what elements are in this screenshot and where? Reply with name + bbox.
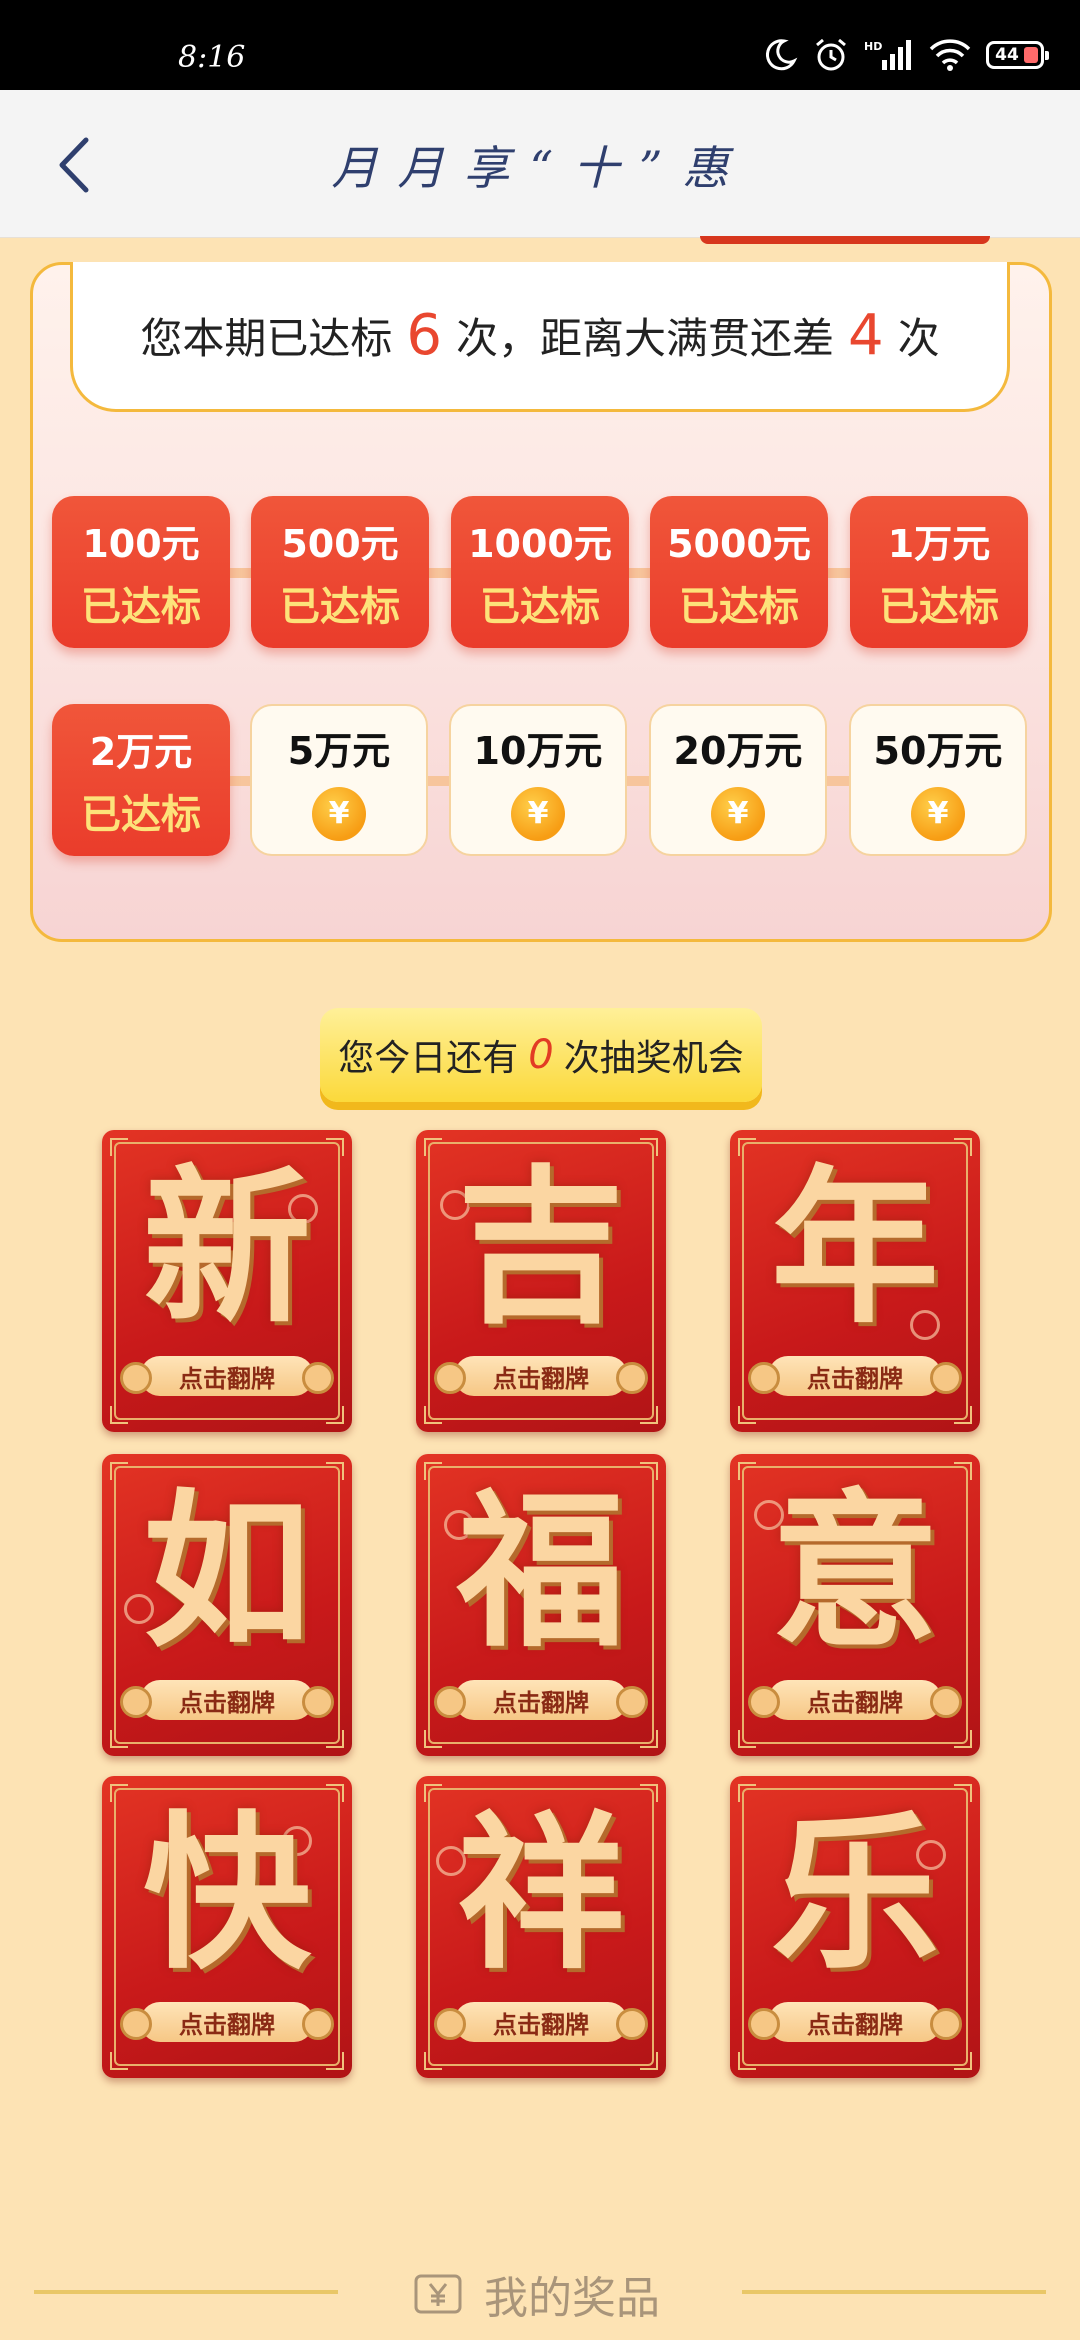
summary-suffix: 次 bbox=[897, 314, 940, 363]
milestone-status: 已达标 bbox=[81, 791, 201, 838]
status-bar: 8:16 HD 44 bbox=[0, 0, 1080, 90]
progress-summary: 您本期已达标 6 次，距离大满贯还差 4 次 bbox=[70, 262, 1010, 412]
flip-card-label: 点击翻牌 bbox=[493, 1364, 589, 1393]
milestone-amount: 1万元 bbox=[887, 521, 991, 566]
remaining-count: 4 bbox=[848, 303, 884, 368]
battery-level: 44 bbox=[995, 45, 1019, 65]
flip-card-kuai[interactable]: 快 点击翻牌 bbox=[102, 1776, 352, 2078]
flip-card-label: 点击翻牌 bbox=[179, 1688, 275, 1717]
milestone-amount: 1000元 bbox=[468, 521, 612, 566]
milestone-amount: 10万元 bbox=[473, 728, 603, 773]
status-time: 8:16 bbox=[178, 40, 246, 75]
chances-prefix: 您今日还有 bbox=[338, 1038, 519, 1079]
flip-card-button[interactable]: 点击翻牌 bbox=[434, 1680, 648, 1720]
top-ribbon bbox=[700, 236, 990, 244]
milestone-amount: 5万元 bbox=[287, 728, 391, 773]
nav-bar: 月月享“十”惠 bbox=[0, 90, 1080, 238]
achieved-count: 6 bbox=[406, 303, 442, 368]
flip-card-label: 点击翻牌 bbox=[179, 2010, 275, 2039]
flip-card-ji[interactable]: 吉 点击翻牌 bbox=[416, 1130, 666, 1432]
prize-ticket-icon bbox=[414, 2274, 462, 2314]
milestone-amount: 5000元 bbox=[667, 521, 811, 566]
card-glyph: 如 bbox=[143, 1472, 311, 1670]
flip-card-label: 点击翻牌 bbox=[493, 1688, 589, 1717]
flip-card-button[interactable]: 点击翻牌 bbox=[120, 1356, 334, 1396]
status-icons: HD 44 bbox=[762, 36, 1049, 74]
milestone-status: 已达标 bbox=[81, 583, 201, 630]
flip-card-button[interactable]: 点击翻牌 bbox=[748, 1356, 962, 1396]
milestone-500[interactable]: 500元 已达标 bbox=[251, 496, 429, 648]
milestone-amount: 2万元 bbox=[89, 729, 193, 774]
flip-card-button[interactable]: 点击翻牌 bbox=[748, 1680, 962, 1720]
flip-card-label: 点击翻牌 bbox=[807, 1364, 903, 1393]
milestone-row-2: 2万元 已达标 5万元 ¥ 10万元 ¥ 20万元 ¥ 50万元 ¥ bbox=[52, 704, 1030, 856]
milestone-status: 已达标 bbox=[879, 583, 999, 630]
milestone-100k[interactable]: 10万元 ¥ bbox=[449, 704, 627, 856]
chances-count: 0 bbox=[528, 1032, 554, 1078]
flip-card-label: 点击翻牌 bbox=[807, 2010, 903, 2039]
alarm-icon bbox=[816, 38, 846, 71]
draw-chances-badge: 您今日还有 0 次抽奖机会 bbox=[320, 1008, 762, 1102]
moon-icon bbox=[765, 39, 798, 71]
card-glyph: 祥 bbox=[457, 1794, 625, 1992]
chances-suffix: 次抽奖机会 bbox=[563, 1038, 744, 1079]
milestone-amount: 500元 bbox=[281, 521, 399, 566]
yuan-coin-icon: ¥ bbox=[511, 786, 565, 841]
milestone-row-1: 100元 已达标 500元 已达标 1000元 已达标 5000元 已达标 1万… bbox=[52, 496, 1030, 648]
flip-card-button[interactable]: 点击翻牌 bbox=[748, 2002, 962, 2042]
flip-card-button[interactable]: 点击翻牌 bbox=[434, 1356, 648, 1396]
milestone-100[interactable]: 100元 已达标 bbox=[52, 496, 230, 648]
yuan-coin-icon: ¥ bbox=[911, 786, 965, 841]
milestone-200k[interactable]: 20万元 ¥ bbox=[649, 704, 827, 856]
yuan-coin-icon: ¥ bbox=[711, 786, 765, 841]
milestone-amount: 20万元 bbox=[673, 728, 803, 773]
card-glyph: 意 bbox=[771, 1472, 939, 1670]
card-glyph: 福 bbox=[457, 1472, 625, 1670]
my-prizes-label: 我的奖品 bbox=[484, 2273, 660, 2324]
card-glyph: 乐 bbox=[771, 1794, 939, 1992]
card-glyph: 快 bbox=[143, 1794, 311, 1992]
flip-card-nian[interactable]: 年 点击翻牌 bbox=[730, 1130, 980, 1432]
milestone-500k[interactable]: 50万元 ¥ bbox=[849, 704, 1027, 856]
flip-card-ru[interactable]: 如 点击翻牌 bbox=[102, 1454, 352, 1756]
my-prizes-link[interactable]: 我的奖品 bbox=[412, 2262, 660, 2326]
milestone-status: 已达标 bbox=[480, 583, 600, 630]
flip-card-label: 点击翻牌 bbox=[493, 2010, 589, 2039]
divider bbox=[742, 2290, 1046, 2294]
card-glyph: 吉 bbox=[457, 1148, 625, 1346]
milestone-10k[interactable]: 1万元 已达标 bbox=[850, 496, 1028, 648]
milestone-amount: 50万元 bbox=[873, 728, 1003, 773]
flip-card-le[interactable]: 乐 点击翻牌 bbox=[730, 1776, 980, 2078]
divider bbox=[34, 2290, 338, 2294]
milestone-status: 已达标 bbox=[679, 583, 799, 630]
bottom-bar: 我的奖品 bbox=[0, 2250, 1080, 2340]
flip-card-xiang[interactable]: 祥 点击翻牌 bbox=[416, 1776, 666, 2078]
summary-prefix: 您本期已达标 bbox=[140, 314, 393, 363]
flip-card-button[interactable]: 点击翻牌 bbox=[120, 2002, 334, 2042]
milestone-50k[interactable]: 5万元 ¥ bbox=[250, 704, 428, 856]
battery-icon: 44 bbox=[986, 41, 1049, 69]
yuan-coin-icon: ¥ bbox=[312, 786, 366, 841]
flip-card-label: 点击翻牌 bbox=[807, 1688, 903, 1717]
milestone-amount: 100元 bbox=[82, 521, 200, 566]
card-glyph: 年 bbox=[771, 1148, 939, 1346]
flip-card-yi[interactable]: 意 点击翻牌 bbox=[730, 1454, 980, 1756]
flip-card-label: 点击翻牌 bbox=[179, 1364, 275, 1393]
milestone-1000[interactable]: 1000元 已达标 bbox=[451, 496, 629, 648]
flip-card-fu[interactable]: 福 点击翻牌 bbox=[416, 1454, 666, 1756]
flip-card-button[interactable]: 点击翻牌 bbox=[434, 2002, 648, 2042]
page-title: 月月享“十”惠 bbox=[331, 141, 749, 195]
flip-card-xin[interactable]: 新 点击翻牌 bbox=[102, 1130, 352, 1432]
wifi-icon bbox=[929, 39, 971, 71]
flip-card-button[interactable]: 点击翻牌 bbox=[120, 1680, 334, 1720]
milestone-5000[interactable]: 5000元 已达标 bbox=[650, 496, 828, 648]
milestone-status: 已达标 bbox=[280, 583, 400, 630]
milestone-20k[interactable]: 2万元 已达标 bbox=[52, 704, 230, 856]
card-glyph: 新 bbox=[143, 1148, 311, 1346]
signal-icon: HD bbox=[864, 40, 911, 70]
summary-middle: 次，距离大满贯还差 bbox=[455, 314, 834, 363]
svg-text:HD: HD bbox=[864, 40, 882, 53]
